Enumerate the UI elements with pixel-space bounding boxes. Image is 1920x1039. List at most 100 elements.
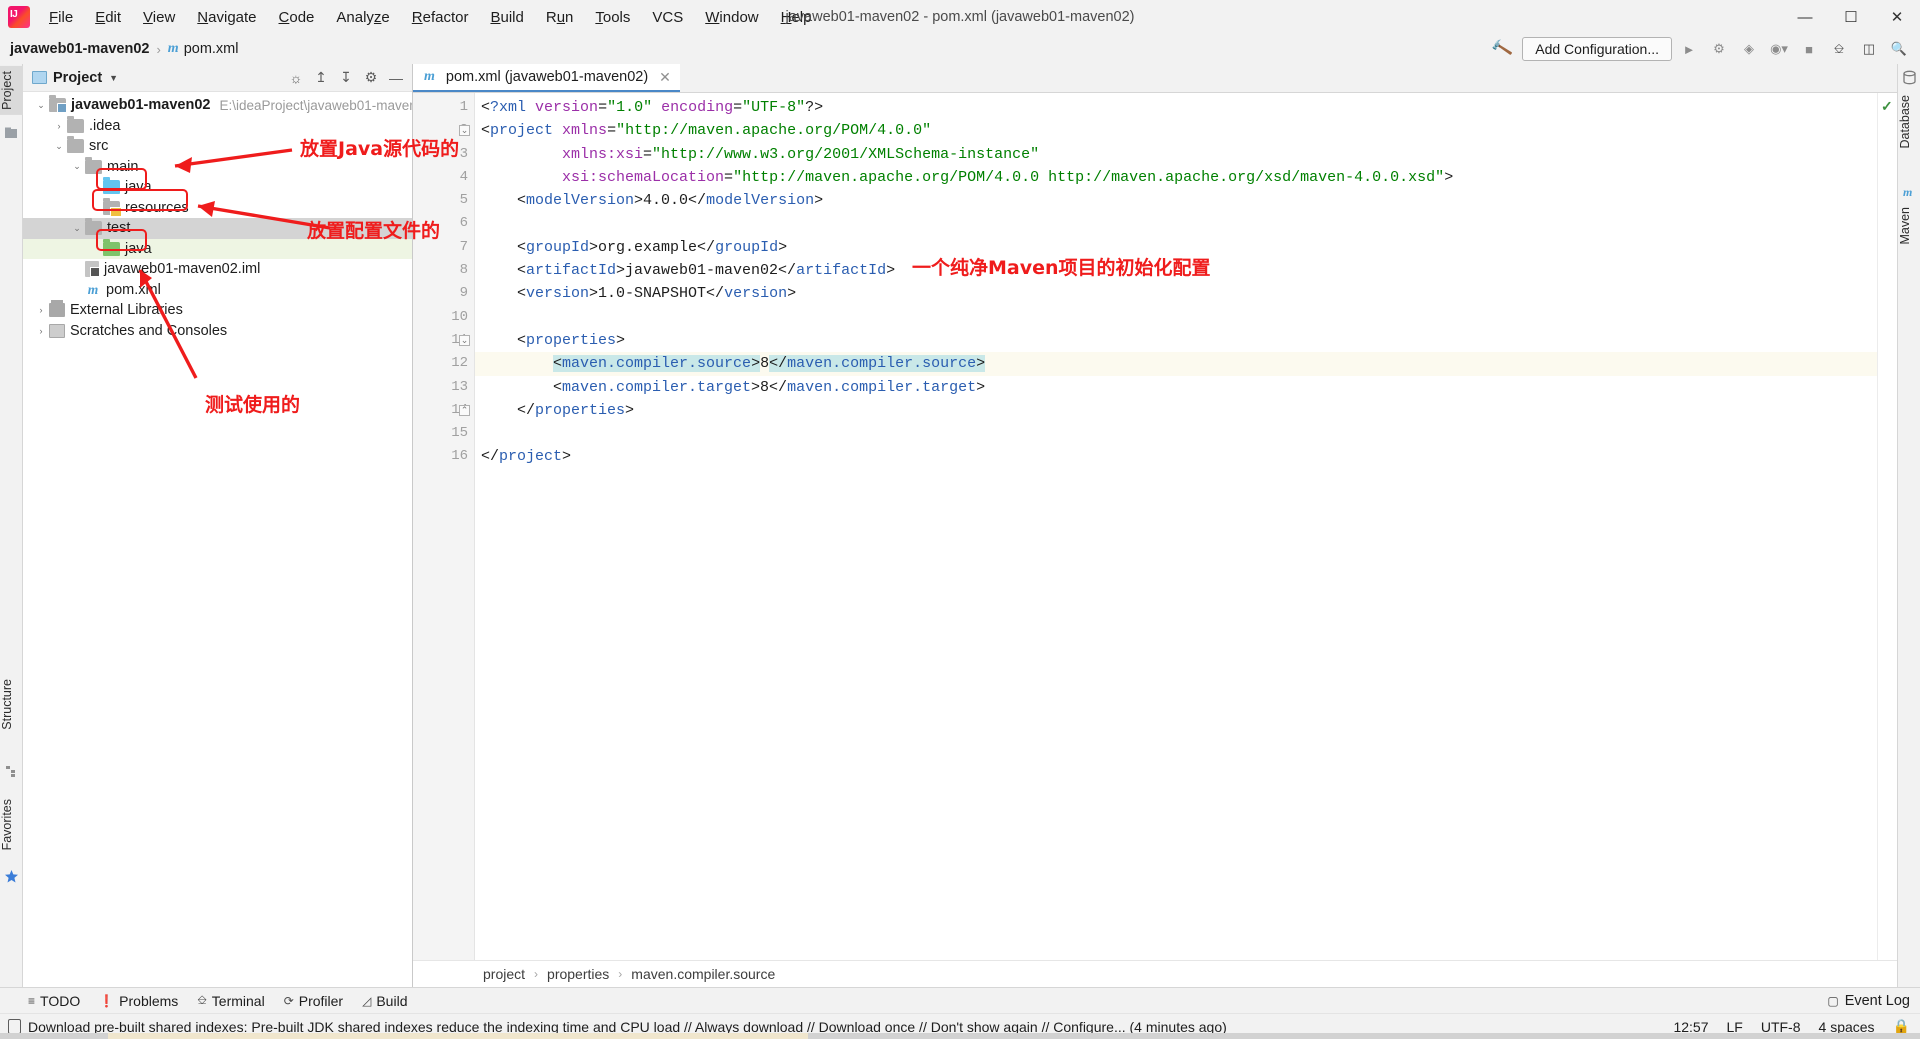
tree-row-external-libraries[interactable]: › External Libraries [23,300,412,321]
menu-file[interactable]: File [38,5,84,30]
code-line[interactable]: <version>1.0-SNAPSHOT</version> [475,282,1877,305]
project-tree[interactable]: ⌄ javaweb01-maven02 E:\ideaProject\javaweb… [23,92,412,987]
structure-icon[interactable] [4,764,19,779]
menu-navigate[interactable]: Navigate [186,5,267,30]
chevron-down-icon[interactable]: ⌄ [69,161,85,172]
chevron-down-icon[interactable]: ▼ [109,73,118,83]
code-line[interactable] [475,306,1877,329]
select-opened-file-icon[interactable]: ☼ [284,66,308,90]
menu-refactor[interactable]: Refactor [401,5,480,30]
chevron-right-icon[interactable]: › [51,121,67,131]
coverage-icon[interactable]: ◈ [1736,38,1762,60]
sidebar-item-favorites[interactable]: Favorites [0,794,23,855]
chevron-right-icon[interactable]: › [33,326,49,336]
code-line[interactable]: </properties> [475,399,1877,422]
database-icon[interactable] [1902,70,1917,85]
fold-marker-icon[interactable]: ⌄ [459,335,470,346]
search-icon[interactable]: 🔍 [1886,38,1912,60]
stop-icon[interactable]: ■ [1796,38,1822,60]
tree-row-pom-xml[interactable]: ›m pom.xml [23,280,412,301]
tree-row-javaweb01-maven02[interactable]: ⌄ javaweb01-maven02 E:\ideaProject\javaweb… [23,95,412,116]
editor-gutter[interactable]: 12345678910111213141516⌄⌄⌃ [413,93,475,960]
debug-icon[interactable]: ⚙ [1706,38,1732,60]
menu-vcs[interactable]: VCS [641,5,694,30]
chevron-right-icon[interactable]: › [69,264,85,274]
menu-run[interactable]: Run [535,5,585,30]
minimize-button[interactable]: — [1782,0,1828,34]
tree-row--idea[interactable]: › .idea [23,115,412,137]
code-content[interactable]: <?xml version="1.0" encoding="UTF-8"?> <p… [475,93,1877,960]
tree-row-java[interactable]: › java [23,177,412,198]
chevron-right-icon[interactable]: › [87,203,103,213]
tool-build[interactable]: ◿ Build [362,993,407,1009]
star-icon[interactable] [4,869,19,884]
tree-row-test[interactable]: ⌄ test [23,218,412,239]
profile-icon[interactable]: ◉▾ [1766,38,1792,60]
code-line[interactable]: xmlns:xsi="http://www.w3.org/2001/XMLSch… [475,143,1877,166]
menu-tools[interactable]: Tools [584,5,641,30]
code-line[interactable]: <?xml version="1.0" encoding="UTF-8"?> [475,96,1877,119]
horizontal-scrollbar-thumb[interactable] [108,1033,808,1039]
chevron-right-icon[interactable]: › [87,244,103,254]
maximize-button[interactable]: ☐ [1828,0,1874,34]
tree-row-javaweb01-maven02-iml[interactable]: › javaweb01-maven02.iml [23,259,412,280]
breadcrumb-file[interactable]: pom.xml [184,41,239,57]
code-line[interactable] [475,212,1877,235]
tool-terminal[interactable]: ⎒ Terminal [197,993,264,1009]
sidebar-item-maven[interactable]: Maven [1898,202,1920,250]
chevron-right-icon[interactable]: › [87,182,103,192]
code-line[interactable]: xsi:schemaLocation="http://maven.apache.… [475,166,1877,189]
inspection-gutter[interactable]: ✓ [1877,93,1897,960]
chevron-down-icon[interactable]: ⌄ [69,223,85,234]
menu-code[interactable]: Code [268,5,326,30]
code-line[interactable]: <maven.compiler.target>8</maven.compiler… [475,376,1877,399]
code-line[interactable]: <project xmlns="http://maven.apache.org/… [475,119,1877,142]
editor-tab-pom-xml[interactable]: m pom.xml (javaweb01-maven02) ✕ [413,64,680,92]
tree-row-scratches-and-consoles[interactable]: › Scratches and Consoles [23,321,412,342]
project-icon[interactable] [4,126,19,141]
menu-build[interactable]: Build [479,5,534,30]
chevron-down-icon[interactable]: ⌄ [51,141,67,152]
expand-all-icon[interactable]: ↥ [309,66,333,90]
code-line[interactable]: <modelVersion>4.0.0</modelVersion> [475,189,1877,212]
code-line[interactable] [475,422,1877,445]
menu-analyze[interactable]: Analyze [325,5,400,30]
chevron-down-icon[interactable]: ⌄ [33,100,49,111]
git-icon[interactable]: ⎒ [1826,38,1852,60]
menu-edit[interactable]: Edit [84,5,132,30]
tool-todo[interactable]: ≡ TODO [28,993,80,1009]
breadcrumb-source-node[interactable]: maven.compiler.source [631,966,775,982]
sidebar-item-project[interactable]: Project [0,66,23,115]
run-icon[interactable]: ► [1676,38,1702,60]
hammer-icon[interactable]: 🔨 [1484,33,1521,64]
tree-row-src[interactable]: ⌄ src [23,136,412,157]
fold-marker-icon[interactable]: ⌃ [459,404,470,416]
tree-row-main[interactable]: ⌄ main [23,156,412,178]
code-line[interactable]: </project> [475,445,1877,468]
code-line[interactable]: <maven.compiler.source>8</maven.compiler… [475,352,1877,376]
event-log-label[interactable]: Event Log [1845,993,1910,1009]
code-line[interactable]: <artifactId>javaweb01-maven02</artifactI… [475,259,1877,282]
code-line[interactable]: <groupId>org.example</groupId> [475,236,1877,259]
layout-icon[interactable]: ◫ [1856,38,1882,60]
settings-gear-icon[interactable]: ⚙ [359,66,383,90]
tree-row-resources[interactable]: › resources [23,197,412,219]
sidebar-item-database[interactable]: Database [1898,90,1920,154]
menu-help[interactable]: Help [770,5,823,30]
breadcrumb-properties-node[interactable]: properties [547,966,609,982]
menu-window[interactable]: Window [694,5,769,30]
fold-marker-icon[interactable]: ⌄ [459,125,470,137]
chevron-right-icon[interactable]: › [33,305,49,315]
tool-profiler[interactable]: ⟳ Profiler [284,993,343,1009]
breadcrumb-project-node[interactable]: project [483,966,525,982]
breadcrumb-project[interactable]: javaweb01-maven02 [10,41,149,57]
collapse-all-icon[interactable]: ↧ [334,66,358,90]
tool-problems[interactable]: ❗ Problems [99,993,178,1009]
maven-m-icon[interactable]: m [1902,184,1917,199]
close-icon[interactable]: ✕ [659,69,671,86]
close-button[interactable]: ✕ [1874,0,1920,34]
sidebar-item-structure[interactable]: Structure [0,674,23,735]
hide-icon[interactable]: — [384,66,408,90]
code-line[interactable]: <properties> [475,329,1877,352]
menu-view[interactable]: View [132,5,186,30]
